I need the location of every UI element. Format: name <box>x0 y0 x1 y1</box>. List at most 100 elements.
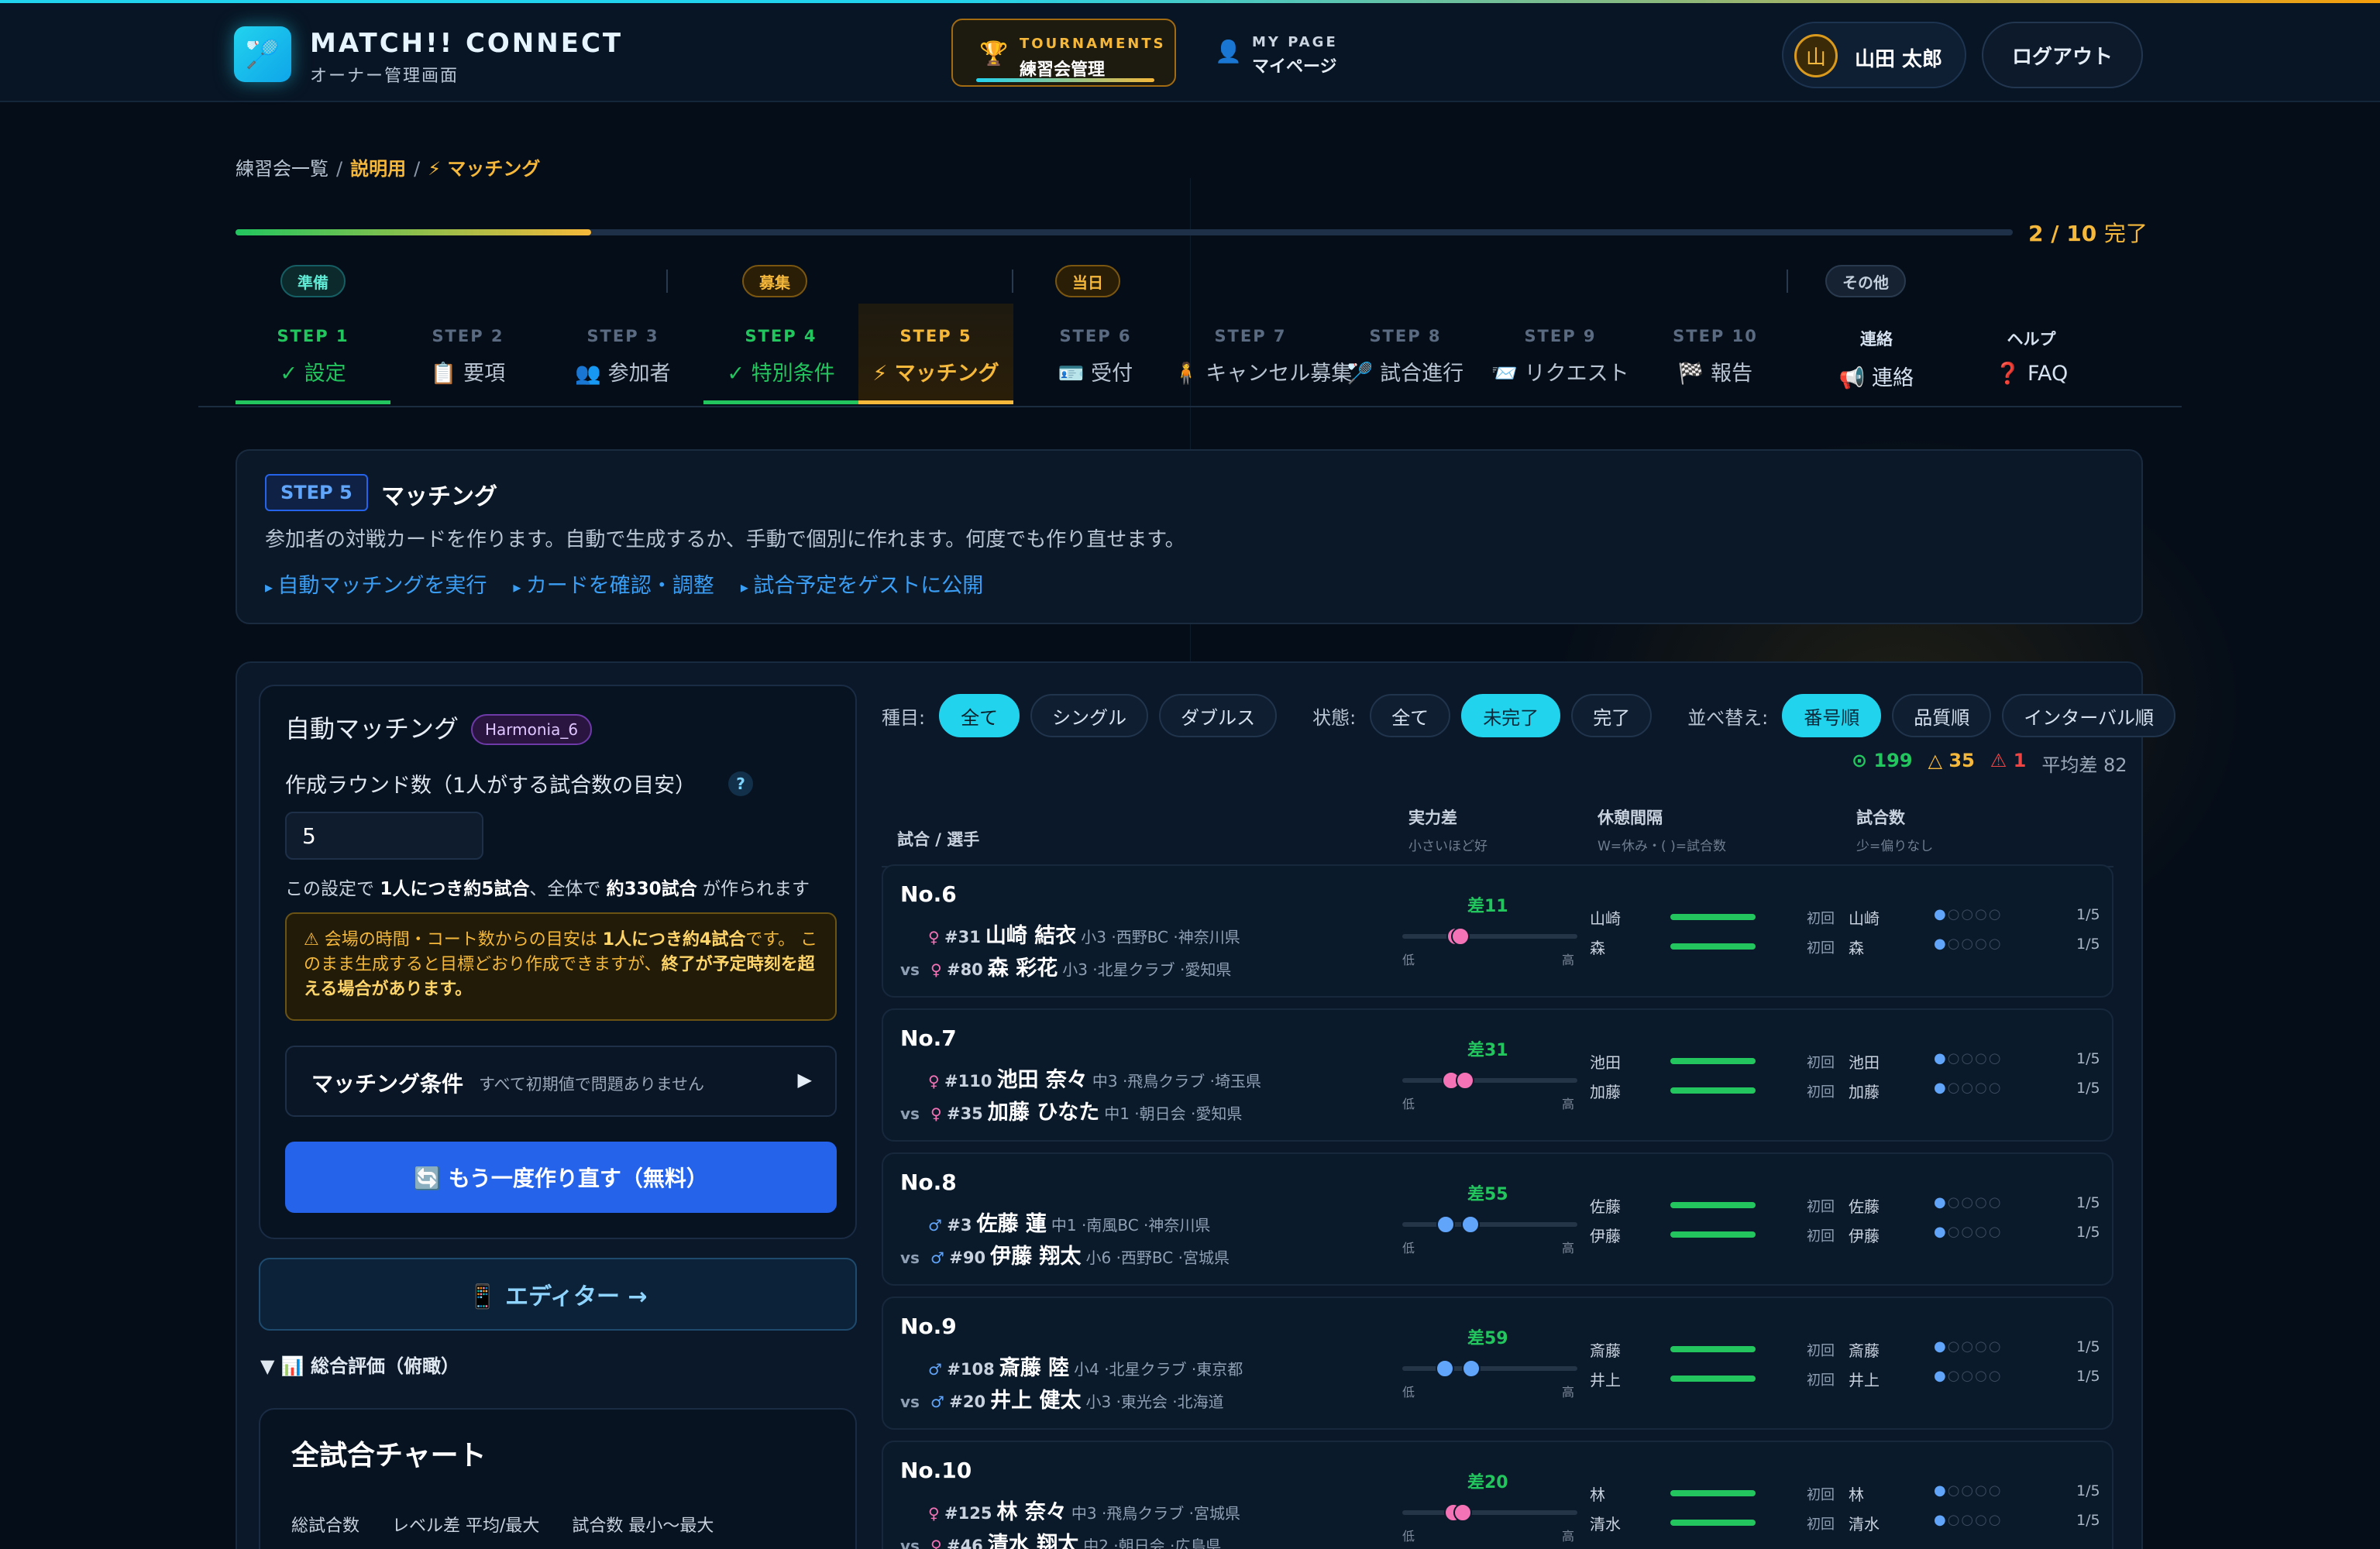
player-info: 中3 ·飛鳥クラブ ·宮城県 <box>1071 1504 1241 1523</box>
note-text: が作られます <box>702 879 810 899</box>
player-id: #3 <box>947 1216 972 1235</box>
faq-tab[interactable]: ヘルプ ❓ FAQ <box>1954 304 2109 404</box>
link-run-auto[interactable]: 自動マッチングを実行 <box>265 568 487 599</box>
first-label: 初回 <box>1807 1343 1835 1359</box>
step-9-tab[interactable]: STEP 9 📨 リクエスト <box>1483 304 1638 404</box>
editor-button[interactable]: 📱 エディター → <box>259 1258 857 1331</box>
player-a[interactable]: ♀ #110 池田 奈々 中3 ·飛鳥クラブ ·埼玉県 <box>928 1063 1261 1093</box>
round-input[interactable]: 5 <box>285 812 483 860</box>
player-b[interactable]: vs ♀ #46 清水 翔太 中2 ·朝日会 ·広島県 <box>900 1527 1221 1549</box>
player-b[interactable]: vs ♂ #20 井上 健太 小3 ·東光会 ·北海道 <box>900 1383 1224 1413</box>
group-badge-recruit: 募集 <box>742 265 807 297</box>
step-1-tab[interactable]: STEP 1 ✓ 設定 <box>236 304 390 404</box>
count-player-a: 池田 <box>1849 1053 1880 1072</box>
gender-icon: ♀ <box>930 1104 942 1123</box>
progress-done-label: 完了 <box>2103 221 2148 246</box>
skill-diff-track <box>1402 1503 1577 1522</box>
progress-count: 2 / 10 <box>2028 221 2097 246</box>
link-publish[interactable]: 試合予定をゲストに公開 <box>741 568 983 599</box>
player-b[interactable]: vs ♀ #80 森 彩花 小3 ·北星クラブ ·愛知県 <box>900 951 1231 981</box>
note-text: 、全体で <box>529 879 601 899</box>
step-10-tab[interactable]: STEP 10 🏁 報告 <box>1638 304 1793 404</box>
player-b[interactable]: vs ♀ #35 加藤 ひなた 中1 ·朝日会 ·愛知県 <box>900 1095 1242 1125</box>
step-label: 🏸 試合進行 <box>1346 362 1464 386</box>
step-4-tab[interactable]: STEP 4 ✓ 特別条件 <box>703 304 858 404</box>
th-rest: 休憩間隔 W=休み・( )=試合数 <box>1598 805 1726 854</box>
match-card[interactable]: No.10 ♀ #125 林 奈々 中3 ·飛鳥クラブ ·宮城県 vs ♀ #46 清水 翔… <box>882 1441 2113 1549</box>
progress-fill <box>236 229 591 235</box>
step-8-tab[interactable]: STEP 8 🏸 試合進行 <box>1328 304 1483 404</box>
user-menu[interactable]: 山 山田 太郎 <box>1782 22 1966 88</box>
sort-quality[interactable]: 品質順 <box>1892 694 1992 737</box>
rest-player-b: 加藤 <box>1590 1083 1621 1101</box>
player-name: 清水 翔太 <box>987 1533 1079 1549</box>
group-separator <box>1787 270 1788 293</box>
breadcrumb-sep: / <box>336 158 343 180</box>
high-label: 高 <box>1562 1529 1575 1544</box>
rest-player-a: 佐藤 <box>1590 1197 1621 1216</box>
match-card[interactable]: No.6 ♀ #31 山崎 結衣 小3 ·西野BC ·神奈川県 vs ♀ #80 森 彩花小… <box>882 864 2113 998</box>
step-2-tab[interactable]: STEP 2 📋 要項 <box>390 304 545 404</box>
player-a[interactable]: ♂ #3 佐藤 蓮中1 ·南風BC ·神奈川県 <box>928 1207 1210 1237</box>
group-badge-day: 当日 <box>1055 265 1120 297</box>
matching-conditions-toggle[interactable]: マッチング条件 すべて初期値で問題ありません ▶ <box>285 1046 837 1117</box>
player-info: 中2 ·朝日会 ·広島県 <box>1083 1537 1222 1549</box>
conditions-title: マッチング条件 <box>311 1071 464 1097</box>
match-card[interactable]: No.8 ♂ #3 佐藤 蓮中1 ·南風BC ·神奈川県 vs ♂ #90 伊藤 翔太 小6… <box>882 1152 2113 1286</box>
filter-state-complete[interactable]: 完了 <box>1571 694 1653 737</box>
overall-evaluation-toggle[interactable]: ▼ 📊 総合評価（俯瞰） <box>260 1351 459 1378</box>
match-card[interactable]: No.9 ♂ #108 斎藤 陸小4 ·北星クラブ ·東京都 vs ♂ #20 井上 健太… <box>882 1297 2113 1430</box>
breadcrumb-root[interactable]: 練習会一覧 <box>236 158 328 180</box>
player-name: 伊藤 翔太 <box>990 1245 1082 1269</box>
warn-text: ⚠ 会場の時間・コート数からの目安は <box>304 930 597 950</box>
logout-button[interactable]: ログアウト <box>1982 22 2143 88</box>
nav-tournaments[interactable]: 🏆 TOURNAMENTS 練習会管理 <box>951 19 1176 87</box>
contact-tab[interactable]: 連絡 📢 連絡 <box>1799 304 1954 404</box>
breadcrumb-event[interactable]: 説明用 <box>350 158 406 180</box>
player-id: #35 <box>946 1104 983 1123</box>
nav-tournaments-en: TOURNAMENTS <box>1020 36 1166 52</box>
count-dots: ●○○○○ <box>1934 1482 2003 1499</box>
player-a[interactable]: ♂ #108 斎藤 陸小4 ·北星クラブ ·東京都 <box>928 1351 1243 1381</box>
step-nav: 準備 募集 当日 その他 STEP 1 ✓ 設定 STEP 2 📋 要項 STE… <box>198 260 2182 407</box>
nav-mypage-ja: マイページ <box>1252 57 1337 77</box>
rest-bar <box>1670 1202 1756 1208</box>
rest-bar <box>1670 1346 1756 1352</box>
match-card[interactable]: No.7 ♀ #110 池田 奈々 中3 ·飛鳥クラブ ·埼玉県 vs ♀ #35 加藤 ひ… <box>882 1008 2113 1142</box>
filter-kind-all[interactable]: 全て <box>939 694 1020 737</box>
stat-bad: ⚠ 1 <box>1990 750 2027 771</box>
nav-mypage-en: MY PAGE <box>1252 34 1338 50</box>
regenerate-button[interactable]: 🔄 もう一度作り直す（無料） <box>285 1142 837 1213</box>
rest-bar <box>1670 1231 1756 1238</box>
stat-average: 平均差 82 <box>2041 754 2127 776</box>
sort-number[interactable]: 番号順 <box>1782 694 1882 737</box>
filter-kind-double[interactable]: ダブルス <box>1159 694 1278 737</box>
step-5-tab[interactable]: STEP 5 ⚡ マッチング <box>858 304 1013 404</box>
filter-state-all[interactable]: 全て <box>1370 694 1451 737</box>
logo-icon[interactable]: 🏸 <box>234 26 291 82</box>
step-6-tab[interactable]: STEP 6 🪪 受付 <box>1018 304 1173 404</box>
player-b[interactable]: vs ♂ #90 伊藤 翔太 小6 ·西野BC ·宮城県 <box>900 1239 1230 1269</box>
count-fraction: 1/5 <box>2076 1368 2100 1385</box>
match-number: No.8 <box>900 1169 957 1195</box>
first-label: 初回 <box>1807 940 1835 957</box>
algorithm-tag: Harmonia_6 <box>471 714 593 745</box>
step-7-tab[interactable]: STEP 7 🧍 キャンセル募集 <box>1173 304 1352 404</box>
kind-label: 種目: <box>882 706 926 729</box>
note-bold: 約330試合 <box>606 879 697 899</box>
skill-diff-label: 差20 <box>1467 1473 1508 1492</box>
player-a[interactable]: ♀ #125 林 奈々 中3 ·飛鳥クラブ ·宮城県 <box>928 1495 1240 1525</box>
rest-player-a: 林 <box>1590 1485 1605 1504</box>
filter-kind-single[interactable]: シングル <box>1030 694 1149 737</box>
filter-state-incomplete[interactable]: 未完了 <box>1461 694 1561 737</box>
player-a[interactable]: ♀ #31 山崎 結衣 小3 ·西野BC ·神奈川県 <box>928 919 1240 949</box>
step-title: マッチング <box>381 483 497 510</box>
step-3-tab[interactable]: STEP 3 👥 参加者 <box>545 304 700 404</box>
vs-label: vs <box>900 1248 920 1267</box>
sort-interval[interactable]: インターバル順 <box>2002 694 2176 737</box>
filter-bar: 種目: 全て シングル ダブルス 状態: 全て 未完了 完了 並べ替え: 番号順… <box>882 692 2176 739</box>
link-review-cards[interactable]: カードを確認・調整 <box>513 568 714 599</box>
player-id: #80 <box>946 960 983 979</box>
gender-icon: ♀ <box>928 1504 940 1523</box>
help-icon[interactable]: ? <box>728 771 753 796</box>
